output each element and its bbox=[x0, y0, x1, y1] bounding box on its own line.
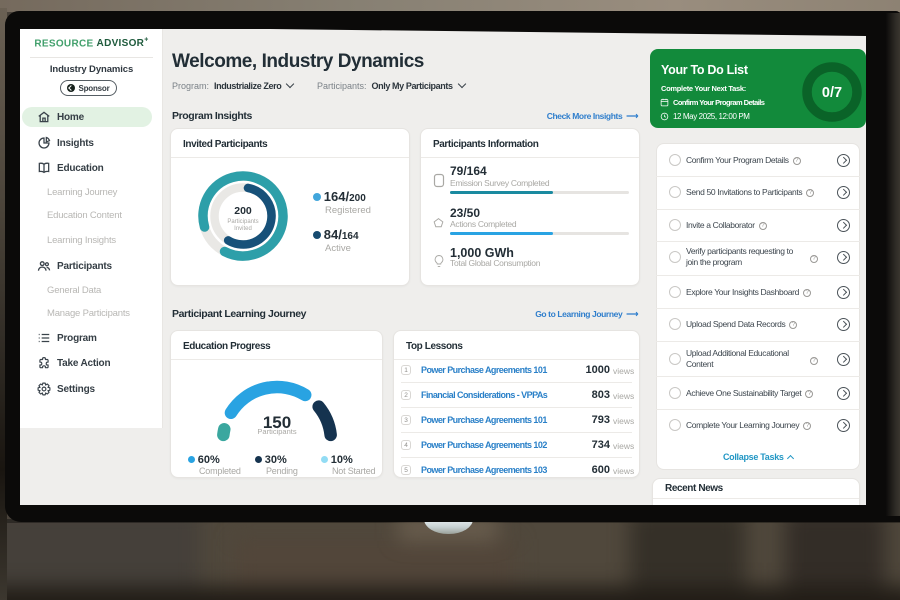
svg-text:Invited: Invited bbox=[234, 226, 252, 232]
svg-text:200: 200 bbox=[234, 205, 252, 217]
svg-text:Participants: Participants bbox=[227, 219, 258, 225]
svg-text:0/7: 0/7 bbox=[822, 85, 842, 101]
svg-text:Participants: Participants bbox=[257, 427, 296, 436]
